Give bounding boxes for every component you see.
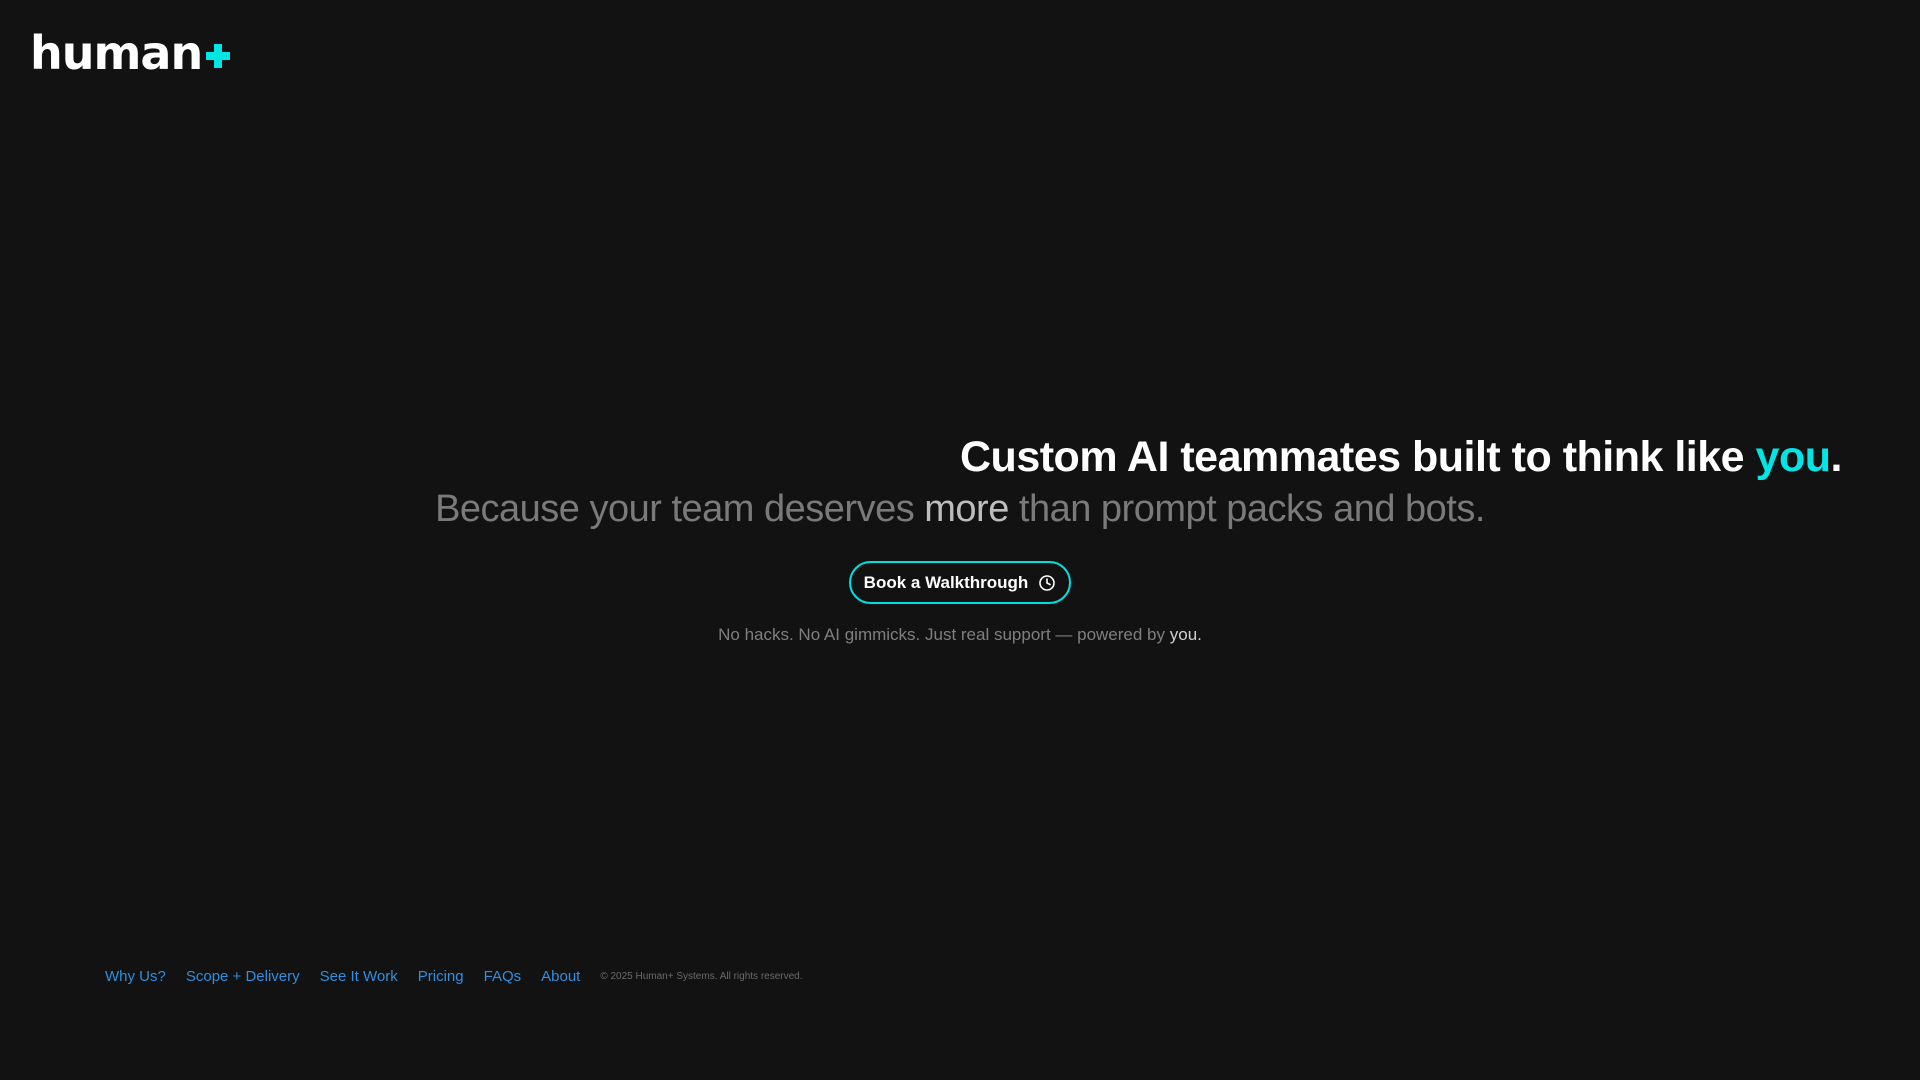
headline-accent: you [1755, 433, 1831, 481]
cta-label: Book a Walkthrough [863, 572, 1029, 592]
page: human Custom AI teammates built to think… [0, 0, 1920, 1080]
book-walkthrough-button[interactable]: Book a Walkthrough [849, 561, 1071, 604]
footer-link-see-it-work[interactable]: See It Work [320, 967, 398, 987]
tagline-before: No hacks. No AI gimmicks. Just real supp… [718, 625, 1170, 644]
logo-text: human [30, 26, 203, 80]
footer-nav: Why Us? Scope + Delivery See It Work Pri… [105, 967, 803, 987]
footer-link-pricing[interactable]: Pricing [418, 967, 464, 987]
hero-tagline: No hacks. No AI gimmicks. Just real supp… [0, 624, 1920, 646]
logo[interactable]: human [30, 26, 231, 80]
subheadline-before: Because your team deserves [435, 488, 925, 530]
copyright-text: © 2025 Human+ Systems. All rights reserv… [600, 971, 803, 982]
footer-link-faqs[interactable]: FAQs [484, 967, 522, 987]
footer-link-scope-delivery[interactable]: Scope + Delivery [186, 967, 300, 987]
headline-main: Custom AI teammates built to think like [960, 433, 1756, 481]
hero-headline: Custom AI teammates built to think like … [960, 432, 1842, 482]
plus-icon [206, 44, 231, 68]
hero-subheadline: Because your team deserves more than pro… [0, 484, 1920, 534]
tagline-emphasis: you. [1169, 625, 1202, 644]
subheadline-after: than prompt packs and bots. [1008, 488, 1486, 530]
subheadline-emphasis: more [924, 488, 1009, 530]
headline-end: . [1830, 433, 1842, 481]
footer-link-why-us[interactable]: Why Us? [105, 967, 166, 987]
footer-link-about[interactable]: About [541, 967, 580, 987]
clock-icon [1038, 574, 1056, 592]
